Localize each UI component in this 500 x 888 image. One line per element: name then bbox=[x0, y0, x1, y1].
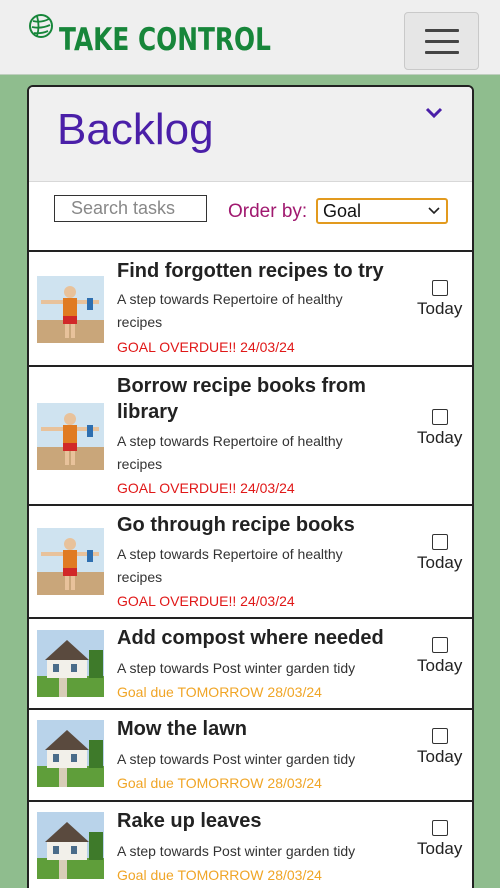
task-title: Mow the lawn bbox=[117, 718, 247, 740]
task-due: Goal due TOMORROW 28/03/24 bbox=[117, 867, 322, 883]
task-due: Goal due TOMORROW 28/03/24 bbox=[117, 684, 322, 700]
today-toggle[interactable]: Today bbox=[417, 534, 462, 573]
task-row[interactable]: Borrow recipe books from library A step … bbox=[29, 365, 472, 504]
today-checkbox[interactable] bbox=[431, 637, 448, 653]
today-label: Today bbox=[417, 747, 463, 766]
goal-image bbox=[37, 403, 104, 470]
top-bar: TAKE CONTROL bbox=[0, 0, 500, 75]
task-title: Find forgotten recipes to try bbox=[117, 260, 384, 282]
task-row[interactable]: Go through recipe books A step towards R… bbox=[29, 504, 472, 617]
today-checkbox[interactable] bbox=[431, 820, 448, 836]
task-row[interactable]: Find forgotten recipes to try A step tow… bbox=[29, 250, 472, 365]
app-title: TAKE CONTROL bbox=[59, 22, 271, 58]
task-row[interactable]: Add compost where needed A step towards … bbox=[29, 617, 472, 708]
filter-bar: Search tasks Order by: Goal bbox=[29, 182, 472, 250]
today-checkbox[interactable] bbox=[431, 728, 448, 744]
today-toggle[interactable]: Today bbox=[417, 409, 462, 448]
task-subtitle: A step towards Repertoire of healthy rec… bbox=[117, 546, 343, 585]
backlog-panel: Backlog Search tasks Order by: Goal Find… bbox=[27, 85, 474, 888]
goal-image bbox=[37, 630, 104, 697]
today-label: Today bbox=[417, 839, 463, 858]
today-checkbox[interactable] bbox=[431, 534, 448, 550]
today-toggle[interactable]: Today bbox=[417, 820, 462, 859]
today-label: Today bbox=[417, 553, 463, 572]
task-subtitle: A step towards Repertoire of healthy rec… bbox=[117, 433, 343, 472]
panel-header[interactable]: Backlog bbox=[29, 87, 472, 182]
task-subtitle: A step towards Post winter garden tidy bbox=[117, 751, 356, 767]
task-subtitle: A step towards Repertoire of healthy rec… bbox=[117, 291, 343, 330]
today-toggle[interactable]: Today bbox=[417, 637, 462, 676]
task-title: Go through recipe books bbox=[117, 514, 355, 536]
page-title: Backlog bbox=[57, 105, 214, 154]
task-row[interactable]: Rake up leaves A step towards Post winte… bbox=[29, 800, 472, 888]
goal-image bbox=[37, 528, 104, 595]
task-due: GOAL OVERDUE!! 24/03/24 bbox=[117, 480, 295, 496]
today-checkbox[interactable] bbox=[431, 280, 448, 296]
leaf-logo-icon bbox=[29, 14, 53, 38]
hamburger-menu-button[interactable] bbox=[404, 12, 479, 70]
order-by-label: Order by: bbox=[228, 201, 308, 222]
today-toggle[interactable]: Today bbox=[417, 280, 462, 319]
task-title: Borrow recipe books from library bbox=[117, 375, 366, 423]
today-label: Today bbox=[417, 428, 463, 447]
today-label: Today bbox=[417, 299, 463, 318]
task-title: Add compost where needed bbox=[117, 627, 384, 649]
task-subtitle: A step towards Post winter garden tidy bbox=[117, 660, 356, 676]
hamburger-icon bbox=[424, 28, 459, 32]
chevron-down-icon bbox=[428, 207, 440, 215]
today-toggle[interactable]: Today bbox=[417, 728, 462, 767]
task-due: Goal due TOMORROW 28/03/24 bbox=[117, 775, 322, 791]
task-title: Rake up leaves bbox=[117, 810, 262, 832]
chevron-down-icon[interactable] bbox=[425, 105, 443, 119]
goal-image bbox=[37, 720, 104, 787]
order-by-value: Goal bbox=[323, 200, 362, 221]
goal-image bbox=[37, 812, 104, 879]
task-due: GOAL OVERDUE!! 24/03/24 bbox=[117, 339, 295, 355]
today-label: Today bbox=[417, 656, 463, 675]
task-due: GOAL OVERDUE!! 24/03/24 bbox=[117, 593, 295, 609]
task-subtitle: A step towards Post winter garden tidy bbox=[117, 843, 356, 859]
today-checkbox[interactable] bbox=[431, 409, 448, 425]
logo[interactable]: TAKE CONTROL bbox=[27, 12, 271, 58]
goal-image bbox=[37, 276, 104, 343]
order-by-select[interactable]: Goal bbox=[316, 198, 448, 224]
task-row[interactable]: Mow the lawn A step towards Post winter … bbox=[29, 708, 472, 800]
search-input[interactable]: Search tasks bbox=[54, 195, 207, 222]
task-list: Find forgotten recipes to try A step tow… bbox=[29, 250, 472, 888]
